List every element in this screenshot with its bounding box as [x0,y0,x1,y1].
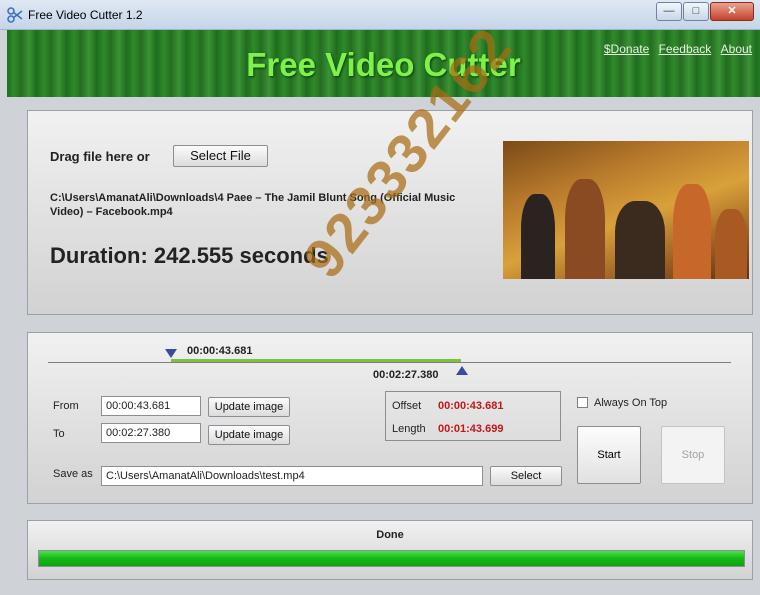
timeline-selection [171,359,461,362]
progress-fill [39,551,744,566]
select-file-button[interactable]: Select File [173,145,268,167]
timeline-track[interactable] [48,362,731,363]
cut-panel: 00:00:43.681 00:02:27.380 From Update im… [27,332,753,504]
window-controls: — □ ✕ [655,2,754,22]
timeline-start-time: 00:00:43.681 [187,345,253,357]
update-image-to-button[interactable]: Update image [208,425,290,445]
minimize-button[interactable]: — [656,2,682,21]
status-text: Done [376,529,404,541]
header-links: $Donate Feedback About [598,42,752,56]
offset-label: Offset [392,400,422,412]
video-thumbnail [503,141,749,279]
from-label: From [53,400,79,412]
to-time-input[interactable] [101,423,201,443]
always-on-top-label: Always On Top [594,397,668,409]
about-link[interactable]: About [721,42,752,56]
title-bar: Free Video Cutter 1.2 — □ ✕ [0,0,760,30]
offset-value: 00:00:43.681 [438,400,504,412]
checkbox-box[interactable] [577,397,588,408]
length-label: Length [392,423,426,435]
length-value: 00:01:43.699 [438,423,504,435]
scissors-icon [7,7,23,23]
end-marker-handle[interactable] [456,366,468,375]
save-as-label: Save as [53,468,93,480]
update-image-from-button[interactable]: Update image [208,397,290,417]
maximize-icon: □ [692,5,700,17]
always-on-top-checkbox[interactable]: Always On Top [577,397,667,409]
file-panel: Drag file here or Select File C:\Users\A… [27,110,753,315]
select-output-button[interactable]: Select [490,466,562,486]
maximize-button[interactable]: □ [683,2,709,21]
start-marker-handle[interactable] [165,349,177,358]
drag-drop-label: Drag file here or [50,149,150,164]
close-icon: ✕ [727,5,737,17]
start-button[interactable]: Start [577,426,641,484]
save-as-path-input[interactable] [101,466,483,486]
timeline-end-time: 00:02:27.380 [373,369,439,381]
progress-bar [38,550,745,567]
offset-info-box: Offset 00:00:43.681 Length 00:01:43.699 [385,391,561,441]
status-panel: Done [27,520,753,580]
duration-label: Duration: 242.555 seconds [50,243,329,268]
feedback-link[interactable]: Feedback [659,42,712,56]
close-button[interactable]: ✕ [710,2,754,21]
to-label: To [53,428,65,440]
window-title: Free Video Cutter 1.2 [28,8,143,22]
from-time-input[interactable] [101,396,201,416]
app-header: Free Video Cutter $Donate Feedback About [7,30,760,97]
donate-link[interactable]: $Donate [604,42,649,56]
file-path: C:\Users\AmanatAli\Downloads\4 Paee – Th… [50,192,456,218]
stop-button[interactable]: Stop [661,426,725,484]
minimize-icon: — [663,5,675,17]
